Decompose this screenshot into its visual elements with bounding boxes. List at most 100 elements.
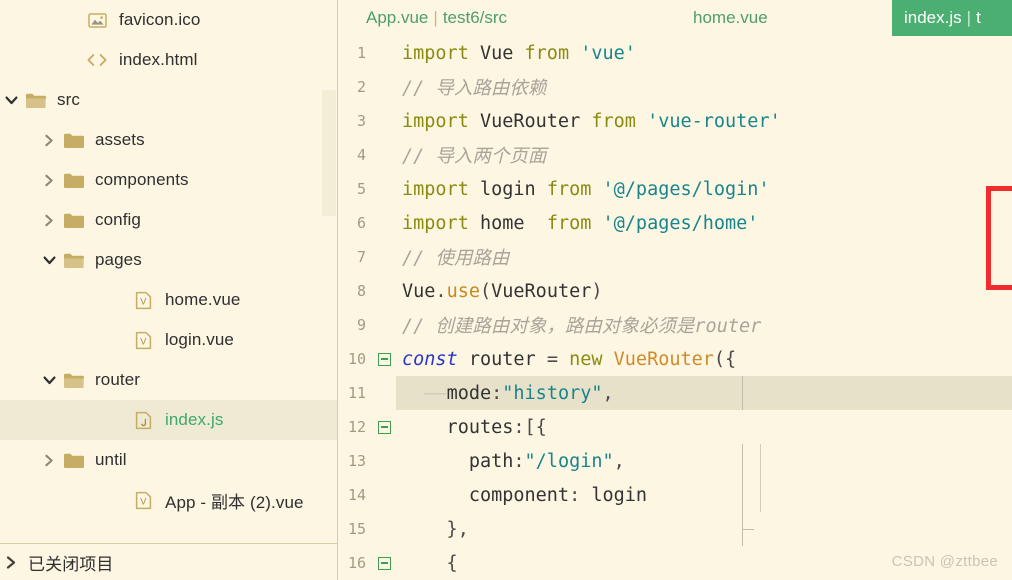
code-line[interactable]: 6 import home from '@/pages/home' (338, 206, 1012, 240)
code-token: component (402, 484, 570, 506)
fold-gutter-spacer (372, 172, 396, 206)
code-token: // 导入两个页面 (402, 146, 547, 167)
tree-item-login.vue[interactable]: Vlogin.vue (0, 320, 338, 360)
tree-item-favicon.ico[interactable]: favicon.ico (0, 0, 338, 40)
code-text: ——mode:"history", (396, 382, 614, 404)
code-line[interactable]: 14 component: login (338, 478, 1012, 512)
tree-item-index.html[interactable]: index.html (0, 40, 338, 80)
line-number: 16 (347, 554, 366, 572)
folder-icon (60, 120, 86, 160)
chevron-down-icon[interactable] (38, 240, 60, 280)
code-line[interactable]: 15 }, (338, 512, 1012, 546)
code-token: new (569, 348, 603, 370)
code-token: from (524, 42, 570, 64)
code-token: 'vue-router' (647, 110, 781, 132)
file-tree[interactable]: favicon.ico index.html src assets components… (0, 0, 338, 543)
code-token: = (546, 348, 558, 370)
tree-item-index.js[interactable]: index.js (0, 400, 338, 440)
chevron-down-icon[interactable] (0, 80, 22, 120)
chevron-down-icon[interactable] (38, 360, 60, 400)
code-line[interactable]: 10 const router = new VueRouter({ (338, 342, 1012, 376)
code-line[interactable]: 4 // 导入两个页面 (338, 138, 1012, 172)
tree-item-label: index.html (119, 50, 198, 69)
line-number: 9 (356, 316, 366, 334)
code-token: use (446, 280, 480, 302)
tree-item-assets[interactable]: assets (0, 120, 338, 160)
line-number: 14 (347, 486, 366, 504)
code-text: // 导入路由依赖 (396, 74, 546, 100)
sidebar-scrollbar-thumb[interactable] (322, 90, 336, 216)
code-token: '@/pages/login' (602, 178, 770, 200)
line-number: 6 (356, 214, 366, 232)
folder-icon (60, 200, 86, 240)
chevron-right-icon[interactable] (38, 200, 60, 240)
code-line[interactable]: 7 // 使用路由 (338, 240, 1012, 274)
tree-item-home.vue[interactable]: Vhome.vue (0, 280, 338, 320)
chevron-right-icon[interactable] (38, 160, 60, 200)
fold-gutter-spacer (372, 240, 396, 274)
fold-collapse-icon[interactable] (372, 410, 396, 444)
line-number: 10 (347, 350, 366, 368)
editor-tab-home-vue[interactable]: home.vue (681, 0, 780, 36)
tree-item-pages[interactable]: pages (0, 240, 338, 280)
tree-item-config[interactable]: config (0, 200, 338, 240)
code-line[interactable]: 5 import login from '@/pages/login' (338, 172, 1012, 206)
code-text: component: login (396, 485, 647, 506)
tree-item-label: components (95, 170, 189, 189)
fold-guide-line (760, 444, 761, 478)
tree-item-label: config (95, 210, 141, 229)
code-line[interactable]: 2 // 导入路由依赖 (338, 70, 1012, 104)
folder-open-icon (60, 240, 86, 280)
chevron-right-icon (0, 543, 22, 580)
code-token: login (591, 484, 648, 506)
tree-item-app-2-.vue[interactable]: V App - 副本 (2).vue (0, 480, 338, 520)
code-token: mode (446, 382, 492, 404)
fold-gutter-spacer (372, 478, 396, 512)
code-line[interactable]: 13 path:"/login", (338, 444, 1012, 478)
code-token: const (402, 348, 458, 370)
tree-item-label: until (95, 450, 127, 469)
tree-item-until[interactable]: until (0, 440, 338, 480)
code-line[interactable]: 3 import VueRouter from 'vue-router' (338, 104, 1012, 138)
tree-item-src[interactable]: src (0, 80, 338, 120)
fold-gutter-spacer (372, 36, 396, 70)
code-token: login (479, 178, 536, 200)
code-text: // 创建路由对象，路由对象必须是router (396, 312, 761, 338)
tree-item-components[interactable]: components (0, 160, 338, 200)
fold-collapse-icon[interactable] (372, 342, 396, 376)
editor-tab-bar[interactable]: App.vue | test6/src home.vue index.js | t (338, 0, 1012, 36)
folder-open-icon (22, 80, 48, 120)
vue-file-icon: V (130, 280, 156, 320)
code-area[interactable]: 1 import Vue from 'vue' 2 // 导入路由依赖 3 import … (338, 36, 1012, 580)
line-number: 1 (356, 44, 366, 62)
tab-separator: | (433, 8, 438, 27)
closed-projects-bar[interactable]: 已关闭项目 (0, 543, 338, 580)
tree-item-label: home.vue (165, 290, 241, 309)
code-line[interactable]: 12 routes:[{ (338, 410, 1012, 444)
code-token: from (546, 212, 592, 234)
chevron-right-icon[interactable] (38, 120, 60, 160)
code-token: Vue (402, 280, 436, 302)
code-token: "history" (502, 382, 603, 404)
fold-collapse-icon[interactable] (372, 546, 396, 580)
editor-tab-index-js[interactable]: index.js | t (892, 0, 1012, 36)
code-line[interactable]: 8 Vue.use(VueRouter) (338, 274, 1012, 308)
ide-window: favicon.ico index.html src assets components… (0, 0, 1012, 580)
chevron-right-icon[interactable] (38, 440, 60, 480)
code-text: import Vue from 'vue' (396, 43, 636, 64)
tree-item-router[interactable]: router (0, 360, 338, 400)
code-line[interactable]: 11 ——mode:"history", (338, 376, 1012, 410)
code-line[interactable]: 1 import Vue from 'vue' (338, 36, 1012, 70)
editor-tab-App-vue[interactable]: App.vue | test6/src (354, 0, 519, 36)
code-line[interactable]: 9 // 创建路由对象，路由对象必须是router (338, 308, 1012, 342)
line-number: 4 (356, 146, 366, 164)
line-number: 11 (347, 384, 366, 402)
tab-file-name: App.vue (366, 8, 429, 27)
